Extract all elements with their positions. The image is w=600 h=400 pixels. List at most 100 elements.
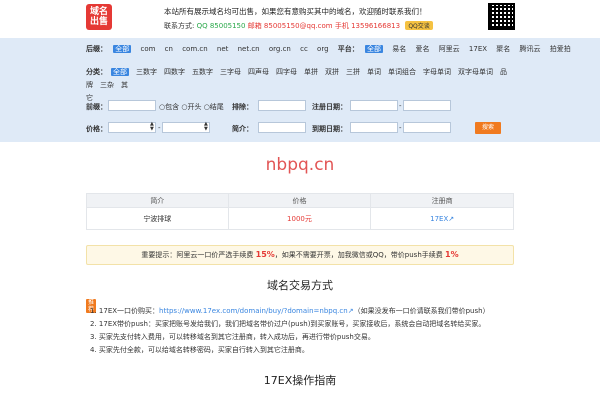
buy-link[interactable]: https://www.17ex.com/domain/buy/?domain=…: [159, 307, 348, 315]
col-header-intro: 简介: [86, 193, 229, 208]
category-option[interactable]: 其: [121, 81, 128, 89]
category-option[interactable]: 四数字: [164, 68, 185, 76]
category-option[interactable]: 三拼: [346, 68, 360, 76]
site-logo[interactable]: 域名 出售: [86, 4, 112, 30]
category-option[interactable]: 单词: [367, 68, 381, 76]
price-separator: -: [158, 124, 161, 132]
prefix-label: 前缀：: [86, 103, 107, 111]
price-min-stepper[interactable]: ▲ ▼: [150, 122, 154, 132]
list-item: 1. 17EX一口价购买：https://www.17ex.com/domain…: [90, 307, 490, 315]
category-option[interactable]: 双拼: [325, 68, 339, 76]
price-max-input[interactable]: [162, 122, 210, 133]
tip-middle: ，如果不需要开票，加我微信或QQ，带价push手续费: [274, 251, 443, 259]
reg-date-start-input[interactable]: [350, 100, 398, 111]
prefix-input[interactable]: [108, 100, 156, 111]
site-header: 域名 出售 本站所有展示域名均可出售，如果您有意购买其中的域名，欢迎随时联系我们…: [0, 0, 600, 38]
category-option[interactable]: 四字母: [276, 68, 297, 76]
category-option-overflow[interactable]: 它: [86, 94, 93, 102]
suffix-option[interactable]: 全部: [113, 45, 132, 53]
category-option[interactable]: 三杂: [100, 81, 114, 89]
reg-date-end-input[interactable]: [403, 100, 451, 111]
cell-intro: 宁波排球: [86, 207, 229, 230]
table-header-row: 简介 价格 注册商: [86, 193, 514, 208]
platform-option[interactable]: 17EX: [469, 45, 487, 53]
prefix-match-options: ○包含 ○开头 ○结尾: [159, 102, 224, 112]
cell-registrar[interactable]: 17EX↗: [370, 207, 514, 230]
suffix-option[interactable]: cc: [300, 45, 308, 53]
logo-line-2: 出售: [89, 17, 108, 27]
expire-date-label: 到期日期：: [312, 125, 347, 133]
category-option[interactable]: 四声母: [248, 68, 269, 76]
col-header-price: 价格: [227, 193, 372, 208]
tip-prefix: 重要提示：阿里云一口价严选手续费: [141, 251, 254, 259]
platform-label: 平台：: [337, 45, 359, 53]
step3-text: 买家先支付转入费用，可以转移域名到其它注册商，转入成功后，再进行带价push交易…: [98, 333, 375, 341]
expire-date-end-input[interactable]: [403, 122, 451, 133]
registrar-link[interactable]: 17EX: [430, 215, 448, 223]
domain-title: nbpq.cn: [265, 155, 335, 175]
category-option[interactable]: 字母单词: [423, 68, 451, 76]
start-label: 开头: [187, 103, 202, 111]
search-button[interactable]: 搜索: [475, 122, 501, 134]
contact-label: 联系方式:: [164, 22, 195, 30]
exclude-input[interactable]: [258, 100, 306, 111]
table-row: 宁波排球 1000元 17EX↗: [86, 207, 514, 230]
suffix-option[interactable]: org: [317, 45, 328, 53]
step2-text: 17EX带价push：买家把账号发给我们，我们把域名带价过户(push)到买家账…: [98, 320, 486, 328]
trade-steps-list: 1. 17EX一口价购买：https://www.17ex.com/domain…: [90, 305, 490, 357]
step1-suffix: （如果没发布一口价请联系我们带价push）: [353, 307, 490, 315]
price-label: 价格：: [86, 125, 107, 133]
end-label: 结尾: [209, 103, 224, 111]
platform-option[interactable]: 易名: [392, 45, 406, 53]
suffix-filter-row: 后缀： 全部 com cn com.cn net net.cn org.cn c…: [86, 44, 578, 54]
platform-option[interactable]: 阿里云: [439, 45, 460, 53]
expire-date-separator: -: [399, 124, 402, 132]
category-option[interactable]: 单词组合: [388, 68, 416, 76]
phone-number: 手机 13596166813: [334, 22, 401, 30]
platform-option[interactable]: 聚名: [496, 45, 510, 53]
category-option[interactable]: 双字母单词: [458, 68, 493, 76]
contact-info: 联系方式: QQ 85005150 邮箱 85005150@qq.com 手机 …: [164, 21, 433, 31]
qq-number: QQ 85005150: [196, 22, 246, 30]
section-title-guide: 17EX操作指南: [263, 374, 337, 387]
platform-option[interactable]: 腾讯云: [520, 45, 541, 53]
suffix-option[interactable]: cn: [165, 45, 173, 53]
expire-date-start-input[interactable]: [350, 122, 398, 133]
reg-date-label: 注册日期：: [312, 103, 347, 111]
category-option[interactable]: 全部: [111, 68, 129, 76]
suffix-option[interactable]: com.cn: [182, 45, 207, 53]
section-title-trade: 域名交易方式: [267, 279, 333, 292]
tip-fee-1: 15%: [255, 250, 275, 259]
tip-fee-2: 1%: [445, 250, 459, 259]
suffix-option[interactable]: org.cn: [269, 45, 291, 53]
filter-panel: 后缀： 全部 com cn com.cn net net.cn org.cn c…: [0, 38, 600, 142]
suffix-option[interactable]: net: [217, 45, 229, 53]
platform-option[interactable]: 全部: [364, 45, 383, 53]
step4-text: 买家先付全款，可以给域名转移密码，买家自行转入到其它注册商。: [98, 346, 309, 354]
qq-chat-button[interactable]: QQ交谈: [405, 21, 433, 30]
external-link-icon: ↗: [448, 214, 455, 223]
sale-notice: 本站所有展示域名均可出售，如果您有意购买其中的域名，欢迎随时联系我们！: [164, 7, 427, 16]
email-address: 邮箱 85005150@qq.com: [247, 22, 333, 30]
contain-label: 包含: [165, 103, 180, 111]
category-option[interactable]: 五数字: [192, 68, 213, 76]
platform-option[interactable]: 爱名: [415, 45, 429, 53]
price-max-stepper[interactable]: ▲ ▼: [204, 122, 208, 132]
qr-code-image: [488, 3, 515, 30]
col-header-registrar: 注册商: [370, 193, 514, 208]
list-item: 4. 买家先付全款，可以给域名转移密码，买家自行转入到其它注册商。: [90, 346, 309, 354]
suffix-option[interactable]: com: [140, 45, 155, 53]
fee-notice-bar: 重要提示：阿里云一口价严选手续费 15%，如果不需要开票，加我微信或QQ，带价p…: [86, 245, 514, 265]
price-min-input[interactable]: [108, 122, 156, 133]
category-label: 分类：: [86, 68, 107, 76]
category-option[interactable]: 三数字: [136, 68, 157, 76]
suffix-option[interactable]: net.cn: [238, 45, 260, 53]
cell-price: 1000元: [227, 207, 372, 230]
category-option[interactable]: 三字母: [220, 68, 241, 76]
intro-input[interactable]: [258, 122, 306, 133]
list-item: 2. 17EX带价push：买家把账号发给我们，我们把域名带价过户(push)到…: [90, 320, 486, 328]
step1-prefix: 17EX一口价购买：: [98, 307, 160, 315]
category-option[interactable]: 单拼: [304, 68, 318, 76]
platform-option[interactable]: 拍爱拍: [550, 45, 571, 53]
domain-info-table: 简介 价格 注册商 宁波排球 1000元 17EX↗: [86, 193, 514, 230]
